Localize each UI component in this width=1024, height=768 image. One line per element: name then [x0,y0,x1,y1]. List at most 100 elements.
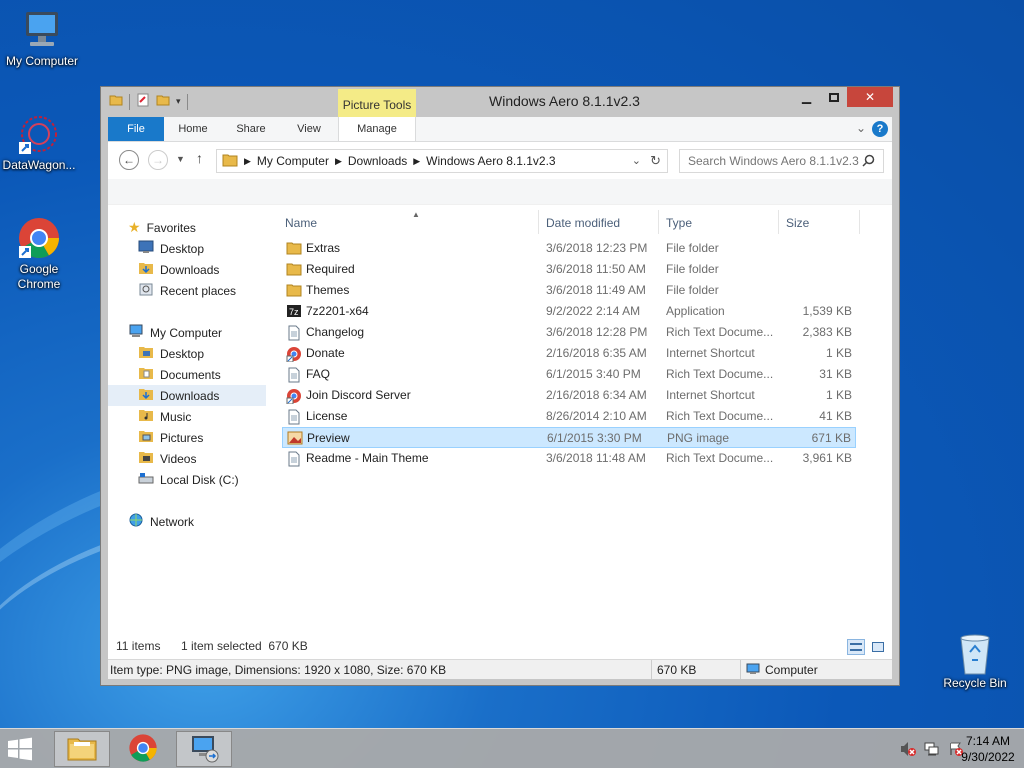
close-button[interactable]: ✕ [847,87,893,107]
desktop-icon-label: Google Chrome [17,262,61,291]
file-row[interactable]: Themes 3/6/2018 11:49 AM File folder [282,280,856,301]
file-row[interactable]: Changelog 3/6/2018 12:28 PM Rich Text Docu… [282,322,856,343]
nav-item-videos[interactable]: Videos [138,448,196,469]
item-details: Item type: PNG image, Dimensions: 1920 x… [110,663,447,677]
volume-muted-icon[interactable] [900,741,916,760]
nav-item-downloads-favorite[interactable]: Downloads [138,259,219,280]
navigation-pane[interactable]: ★ Favorites Desktop Downloads Recent pla… [108,205,268,635]
file-type: Rich Text Docume... [666,409,774,423]
nav-item-documents[interactable]: Documents [138,364,221,385]
close-icon: ✕ [864,90,876,104]
desktop-icon-chrome[interactable]: Google Chrome [0,216,81,292]
tab-share[interactable]: Share [228,117,274,141]
breadcrumb-my-computer[interactable]: My Computer [251,154,335,168]
title-bar[interactable]: ▾ Picture Tools Windows Aero 8.1.1v2.3 ▁… [101,87,899,119]
file-row[interactable]: Donate 2/16/2018 6:35 AM Internet Shortcut… [282,343,856,364]
nav-item-downloads[interactable]: Downloads [108,385,266,406]
nav-item-label: My Computer [150,325,223,340]
help-icon[interactable]: ? [872,121,888,137]
expand-ribbon-chevron-icon[interactable]: ⌄ [856,121,866,135]
nav-item-music[interactable]: Music [138,406,191,427]
breadcrumb-separator-icon[interactable]: ▶ [413,156,420,167]
tab-file[interactable]: File [108,117,164,141]
status-divider [740,660,741,679]
recent-locations-chevron-icon[interactable]: ▼ [176,154,185,164]
column-header-name[interactable]: Name ▲ [279,210,539,234]
document-icon [286,451,302,470]
nav-item-local-disk[interactable]: Local Disk (C:) [138,469,239,490]
column-header-size[interactable]: Size [780,210,860,234]
desktop-icon-datawagon[interactable]: DataWagon... [0,112,81,173]
file-row[interactable]: FAQ 6/1/2015 3:40 PM Rich Text Docume... 31… [282,364,856,385]
file-date: 6/1/2015 3:30 PM [547,431,642,445]
taskbar-remote-desktop[interactable] [176,731,232,767]
up-arrow-icon[interactable]: ↑ [196,150,203,166]
taskbar-chrome[interactable] [115,731,171,767]
file-row[interactable]: License 8/26/2014 2:10 AM Rich Text Docume… [282,406,856,427]
file-name: Preview [307,431,350,445]
image-icon [287,431,303,448]
minimize-button[interactable]: ▁ [793,87,820,107]
file-name: Donate [306,346,345,360]
start-button[interactable] [6,737,34,764]
file-row[interactable]: Preview 6/1/2015 3:30 PM PNG image 671 KB [282,427,856,448]
tab-view[interactable]: View [286,117,332,141]
nav-item-pictures[interactable]: Pictures [138,427,203,448]
file-size: 671 KB [811,431,851,445]
address-history-chevron-icon[interactable]: ⌄ [632,154,641,167]
nav-item-label: Pictures [160,430,204,445]
file-size: 2,383 KB [802,325,852,339]
computer-icon [746,663,760,678]
breadcrumb-separator-icon[interactable]: ▶ [335,156,342,167]
explorer-window[interactable]: ▾ Picture Tools Windows Aero 8.1.1v2.3 ▁… [100,86,900,686]
properties-icon[interactable] [136,93,150,110]
network-status-icon[interactable] [924,741,940,760]
forward-button[interactable]: → [148,150,168,170]
refresh-icon[interactable]: ↻ [650,153,661,169]
file-row[interactable]: 7z 7z2201-x64 9/2/2022 2:14 AM Application 1… [282,301,856,322]
system-clock[interactable]: 7:14 AM 9/30/2022 [958,733,1018,765]
new-folder-icon[interactable] [156,93,170,110]
search-input[interactable] [679,149,884,173]
file-row[interactable]: Required 3/6/2018 11:50 AM File folder [282,259,856,280]
nav-item-my-computer[interactable]: My Computer [128,322,222,343]
tab-manage[interactable]: Manage [338,117,416,141]
desktop-icon-recycle-bin[interactable]: Recycle Bin [933,630,1017,691]
column-header-date[interactable]: Date modified [540,210,659,234]
breadcrumb-separator-icon[interactable]: ▶ [244,156,251,167]
file-list[interactable]: Name ▲ Date modified Type Size Extras 3/6… [268,205,892,635]
folder-icon[interactable] [109,93,123,110]
file-row[interactable]: Extras 3/6/2018 12:23 PM File folder [282,238,856,259]
nav-item-pc-desktop[interactable]: Desktop [138,343,204,364]
music-folder-icon [138,408,154,425]
file-row[interactable]: Join Discord Server 2/16/2018 6:34 AM Inte… [282,385,856,406]
file-row[interactable]: Readme - Main Theme 3/6/2018 11:48 AM Rich… [282,448,856,469]
tab-home[interactable]: Home [170,117,216,141]
nav-item-label: Documents [160,367,221,382]
column-header-type[interactable]: Type [660,210,779,234]
breadcrumb-downloads[interactable]: Downloads [342,154,413,168]
search-icon[interactable] [862,154,875,170]
back-button[interactable]: ← [119,150,139,170]
file-size: 41 KB [819,409,852,423]
nav-item-network[interactable]: Network [128,511,194,532]
large-icons-view-button[interactable] [869,639,887,655]
ribbon-tabs: File Home Share View Manage ⌄ ? [108,117,892,141]
taskbar-file-explorer[interactable] [54,731,110,767]
customize-qat-chevron-icon[interactable]: ▾ [176,96,181,107]
file-type: Internet Shortcut [666,346,755,360]
breadcrumb-current-folder[interactable]: Windows Aero 8.1.1v2.3 [420,154,561,168]
desktop-icon-my-computer[interactable]: My Computer [0,8,84,69]
nav-item-desktop[interactable]: Desktop [138,238,204,259]
maximize-button[interactable] [820,87,847,107]
address-bar[interactable]: ▶ My Computer ▶ Downloads ▶ Windows Aero… [216,149,668,173]
file-size: 670 KB [657,663,697,677]
details-view-button[interactable] [847,639,865,655]
command-bar [108,179,892,205]
document-icon [286,409,302,428]
file-size: 1 KB [825,346,852,360]
file-name: Themes [306,283,350,297]
nav-item-favorites[interactable]: ★ Favorites [128,217,196,238]
nav-item-recent-places[interactable]: Recent places [138,280,236,301]
desktop-icon-label: My Computer [5,54,79,68]
